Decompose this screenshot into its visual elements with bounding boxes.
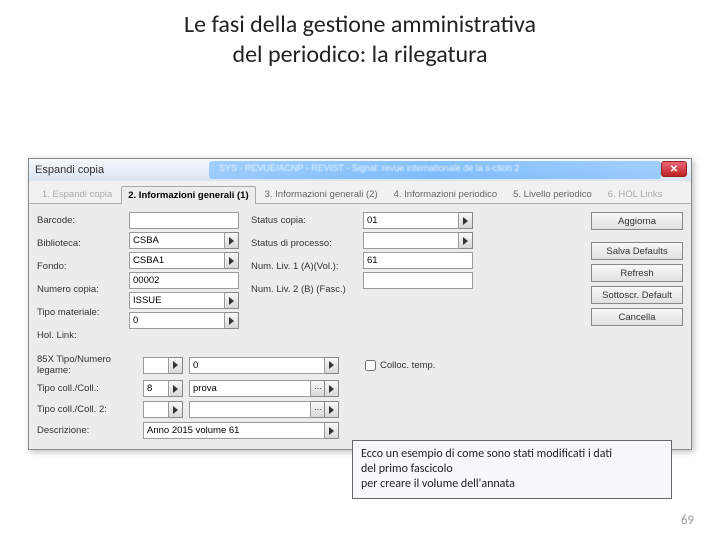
cancella-button[interactable]: Cancella: [591, 308, 683, 326]
num-liv1-label: Num. Liv. 1 (A)(Vol.):: [251, 258, 351, 275]
window-title: Espandi copia: [35, 164, 104, 176]
hol-link-label: Hol. Link:: [37, 327, 117, 344]
r85x-val2-input[interactable]: [189, 357, 325, 374]
tipo-materiale-label: Tipo materiale:: [37, 304, 117, 321]
page-number: 69: [681, 513, 694, 528]
coll-val2-dots[interactable]: ⋯: [311, 380, 325, 397]
callout-line1: Ecco un esempio di come sono stati modif…: [361, 447, 663, 462]
tab-info-generali-2[interactable]: 3. Informazioni generali (2): [258, 185, 385, 203]
barcode-label: Barcode:: [37, 212, 117, 229]
tipo-materiale-expand-button[interactable]: [225, 292, 239, 309]
num-liv2-input[interactable]: [363, 272, 473, 289]
hol-link-input[interactable]: [129, 312, 225, 329]
coll2-val1-expand[interactable]: [169, 401, 183, 418]
status-processo-input[interactable]: [363, 232, 459, 249]
colloc-temp-label: Colloc. temp.: [380, 360, 435, 371]
coll-val1-input[interactable]: [143, 380, 169, 397]
coll2-val1-input[interactable]: [143, 401, 169, 418]
titlebar-subtext: SYS - REVUE/ACNP - REVIST - Signal: revu…: [219, 163, 539, 173]
fondo-input[interactable]: [129, 252, 225, 269]
status-copia-input[interactable]: [363, 212, 459, 229]
coll-val2-input[interactable]: [189, 380, 311, 397]
colloc-temp-checkbox[interactable]: [365, 360, 376, 371]
refresh-button[interactable]: Refresh: [591, 264, 683, 282]
aggiorna-button[interactable]: Aggiorna: [591, 212, 683, 230]
callout-box: Ecco un esempio di come sono stati modif…: [352, 440, 672, 499]
status-copia-expand-button[interactable]: [459, 212, 473, 229]
coll2-val2-input[interactable]: [189, 401, 311, 418]
slide-title: Le fasi della gestione amministrativa de…: [0, 0, 720, 74]
form-area: Barcode: Biblioteca: Fondo: Numero copia…: [29, 204, 691, 354]
barcode-input[interactable]: [129, 212, 239, 229]
tab-info-generali-1[interactable]: 2. Informazioni generali (1): [121, 186, 255, 204]
coll-val1-expand[interactable]: [169, 380, 183, 397]
num-liv1-input[interactable]: [363, 252, 473, 269]
coll2-val2-expand[interactable]: [325, 401, 339, 418]
tab-info-periodico[interactable]: 4. Informazioni periodico: [387, 185, 505, 203]
tipo-materiale-input[interactable]: [129, 292, 225, 309]
r85x-label: 85X Tipo/Numero legame:: [37, 354, 137, 376]
descrizione-expand[interactable]: [325, 422, 339, 439]
row-coll2: Tipo coll./Coll. 2: ⋯: [29, 401, 691, 422]
coll-val2-expand[interactable]: [325, 380, 339, 397]
title-line2: del periodico: la rilegatura: [232, 40, 487, 69]
title-line1: Le fasi della gestione amministrativa: [184, 10, 536, 39]
coll2-val2-dots[interactable]: ⋯: [311, 401, 325, 418]
callout-line3: per creare il volume dell'annata: [361, 477, 663, 492]
biblioteca-label: Biblioteca:: [37, 235, 117, 252]
tab-hol-links: 6. HOL Links: [601, 185, 670, 203]
tab-bar: 1. Espandi copia 2. Informazioni general…: [29, 181, 691, 204]
num-liv2-label: Num. Liv. 2 (B) (Fasc.): [251, 281, 351, 298]
fondo-label: Fondo:: [37, 258, 117, 275]
row-coll: Tipo coll./Coll.: ⋯: [29, 380, 691, 401]
status-processo-label: Status di processo:: [251, 235, 351, 252]
r85x-val1-input[interactable]: [143, 357, 169, 374]
hol-link-expand-button[interactable]: [225, 312, 239, 329]
titlebar[interactable]: Espandi copia SYS - REVUE/ACNP - REVIST …: [29, 159, 691, 181]
app-window: Espandi copia SYS - REVUE/ACNP - REVIST …: [28, 158, 692, 450]
status-copia-label: Status copia:: [251, 212, 351, 229]
sottoscr-default-button[interactable]: Sottoscr. Default: [591, 286, 683, 304]
r85x-val1-expand[interactable]: [169, 357, 183, 374]
close-button[interactable]: ✕: [661, 161, 687, 177]
r85x-val2-expand[interactable]: [325, 357, 339, 374]
biblioteca-input[interactable]: [129, 232, 225, 249]
biblioteca-expand-button[interactable]: [225, 232, 239, 249]
tab-livello-periodico[interactable]: 5. Livello periodico: [506, 185, 599, 203]
callout-line2: del primo fascicolo: [361, 462, 663, 477]
row-85x: 85X Tipo/Numero legame: Colloc. temp.: [29, 354, 691, 380]
numero-copia-label: Numero copia:: [37, 281, 117, 298]
descrizione-input[interactable]: [143, 422, 325, 439]
descrizione-label: Descrizione:: [37, 425, 137, 436]
fondo-expand-button[interactable]: [225, 252, 239, 269]
close-icon: ✕: [670, 164, 678, 175]
status-processo-expand-button[interactable]: [459, 232, 473, 249]
tab-espandi-copia: 1. Espandi copia: [35, 185, 119, 203]
salva-defaults-button[interactable]: Salva Defaults: [591, 242, 683, 260]
numero-copia-input[interactable]: [129, 272, 239, 289]
coll-label: Tipo coll./Coll.:: [37, 383, 137, 394]
coll2-label: Tipo coll./Coll. 2:: [37, 404, 137, 415]
